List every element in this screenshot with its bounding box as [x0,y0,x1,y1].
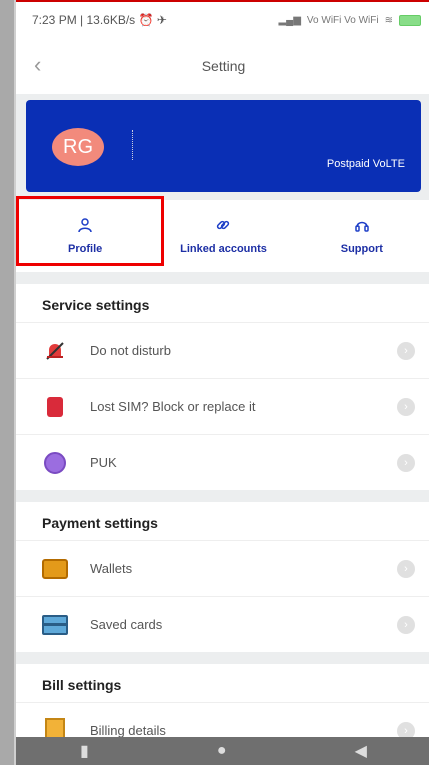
wallets-row[interactable]: Wallets › [16,540,429,596]
section-title: Payment settings [42,515,158,531]
chevron-right-icon: › [397,453,415,472]
row-label: Lost SIM? Block or replace it [90,399,256,414]
chevron-right-icon: › [397,341,415,360]
app-header: ‹ Setting [16,38,429,94]
row-label: PUK [90,455,117,470]
do-not-disturb-row[interactable]: Do not disturb › [16,322,429,378]
profile-label: Profile [68,243,103,255]
chevron-right-icon: › [397,559,415,578]
bell-off-icon [42,340,68,362]
quick-actions: Profile Linked accounts Support [16,196,429,272]
section-title: Service settings [42,297,150,313]
linked-accounts-label: Linked accounts [180,243,267,255]
headset-icon [354,217,370,235]
profile-button[interactable]: Profile [16,200,154,272]
row-label: Saved cards [90,617,163,632]
row-label: Wallets [90,561,133,576]
wallet-icon [42,558,68,580]
saved-cards-row[interactable]: Saved cards › [16,596,429,652]
network-label: Vo WiFi Vo WiFi [306,14,379,26]
phone-screen: 7:23 PM | 13.6KB/s ⏰ ✈ ▂▄▆ Vo WiFi Vo Wi… [14,0,429,765]
status-time: 7:23 PM | 13.6KB/s ⏰ ✈ [32,13,167,27]
back-arrow-icon[interactable]: ‹ [34,52,41,78]
home-icon[interactable]: ● [217,742,227,760]
row-label: Do not disturb [90,343,171,358]
back-icon[interactable]: ◀ [355,741,367,761]
avatar: RG [52,128,104,166]
puk-icon [42,451,68,474]
support-button[interactable]: Support [293,200,429,272]
payment-settings-section: Payment settings Wallets › Saved cards › [16,502,429,652]
wifi-icon: ≋ [384,14,393,26]
service-settings-section: Service settings Do not disturb › Lost S… [16,284,429,490]
card-icon [42,614,68,636]
sim-icon [42,396,68,418]
support-label: Support [340,243,383,255]
puk-row[interactable]: PUK › [16,434,429,490]
profile-banner: RG Postpaid VoLTE [26,100,421,192]
lost-sim-row[interactable]: Lost SIM? Block or replace it › [16,378,429,434]
section-title: Bill settings [42,677,122,693]
link-icon [215,217,231,235]
recents-icon[interactable]: ▮ [80,741,89,761]
person-icon [77,217,93,235]
plan-label: Postpaid VoLTE [326,158,405,170]
system-nav-bar: ▮ ● ◀ [16,737,429,765]
status-icons: ▂▄▆ Vo WiFi Vo WiFi ≋ [278,14,421,26]
divider [132,130,134,160]
signal-icon: ▂▄▆ [278,14,301,26]
battery-icon [399,14,421,26]
status-bar: 7:23 PM | 13.6KB/s ⏰ ✈ ▂▄▆ Vo WiFi Vo Wi… [16,0,429,38]
linked-accounts-button[interactable]: Linked accounts [154,200,292,272]
row-label: Billing details [90,723,166,738]
page-title: Setting [201,58,246,74]
chevron-right-icon: › [397,615,415,634]
chevron-right-icon: › [397,397,415,416]
